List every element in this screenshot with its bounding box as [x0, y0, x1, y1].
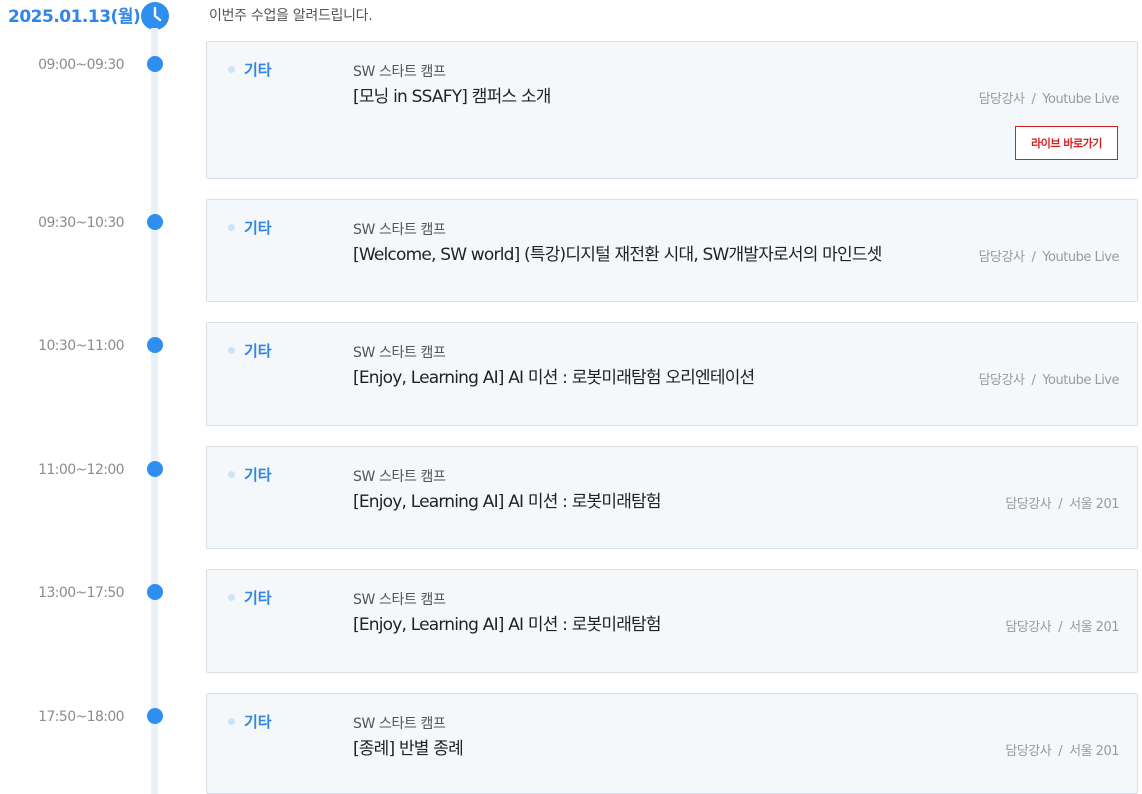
session-course: SW 스타트 캠프	[353, 222, 446, 238]
session-meta: 담당강사 / 서울 201	[1005, 744, 1119, 759]
session-time: 09:00~09:30	[38, 57, 124, 73]
session-location: Youtube Live	[1042, 373, 1119, 388]
session-instructor: 담당강사	[1005, 744, 1052, 759]
session-title: [Welcome, SW world] (특강)디지털 재전환 시대, SW개발…	[353, 245, 882, 265]
category-dot	[228, 347, 235, 354]
session-instructor: 담당강사	[978, 250, 1025, 265]
timeline-dot	[147, 461, 163, 477]
session-category: 기타	[244, 713, 272, 731]
session-category: 기타	[244, 342, 272, 360]
timeline-dot	[147, 584, 163, 600]
session-course: SW 스타트 캠프	[353, 345, 446, 361]
category-dot	[228, 471, 235, 478]
session-location: 서울 201	[1069, 744, 1119, 759]
session-time: 09:30~10:30	[38, 215, 124, 231]
session-time: 13:00~17:50	[38, 585, 124, 601]
session-card: 기타 SW 스타트 캠프 [종례] 반별 종례 담당강사 / 서울 201	[206, 693, 1138, 794]
category-dot	[228, 66, 235, 73]
session-category: 기타	[244, 589, 272, 607]
session-title: [모닝 in SSAFY] 캠퍼스 소개	[353, 87, 551, 107]
session-meta: 담당강사 / Youtube Live	[978, 250, 1120, 265]
session-card: 기타 SW 스타트 캠프 [Enjoy, Learning AI] AI 미션 …	[206, 569, 1138, 673]
session-location: 서울 201	[1069, 620, 1119, 635]
timeline-dot	[147, 337, 163, 353]
session-instructor: 담당강사	[1005, 497, 1052, 512]
session-category: 기타	[244, 466, 272, 484]
session-meta: 담당강사 / 서울 201	[1005, 620, 1119, 635]
weekly-schedule: 2025.01.13(월) 이번주 수업을 알려드립니다. 09:00~09:3…	[0, 0, 1142, 794]
session-instructor: 담당강사	[1005, 620, 1052, 635]
session-card: 기타 SW 스타트 캠프 [Enjoy, Learning AI] AI 미션 …	[206, 446, 1138, 549]
session-title: [종례] 반별 종례	[353, 739, 464, 759]
schedule-intro: 이번주 수업을 알려드립니다.	[209, 8, 373, 24]
session-course: SW 스타트 캠프	[353, 469, 446, 485]
session-meta: 담당강사 / Youtube Live	[978, 373, 1120, 388]
session-card: 기타 SW 스타트 캠프 [Welcome, SW world] (특강)디지털…	[206, 199, 1138, 302]
session-meta: 담당강사 / 서울 201	[1005, 497, 1119, 512]
timeline-dot	[147, 214, 163, 230]
session-time: 17:50~18:00	[38, 709, 124, 725]
session-course: SW 스타트 캠프	[353, 64, 446, 80]
live-link-button[interactable]: 라이브 바로가기	[1015, 126, 1118, 160]
session-category: 기타	[244, 61, 272, 79]
category-dot	[228, 594, 235, 601]
session-instructor: 담당강사	[978, 92, 1025, 107]
session-card: 기타 SW 스타트 캠프 [모닝 in SSAFY] 캠퍼스 소개 담당강사 / Y…	[206, 41, 1138, 179]
session-course: SW 스타트 캠프	[353, 716, 446, 732]
session-location: 서울 201	[1069, 497, 1119, 512]
category-dot	[228, 718, 235, 725]
clock-icon	[140, 1, 170, 31]
session-time: 11:00~12:00	[38, 462, 124, 478]
timeline-dot	[147, 708, 163, 724]
timeline-dot	[147, 56, 163, 72]
session-location: Youtube Live	[1042, 250, 1119, 265]
session-card: 기타 SW 스타트 캠프 [Enjoy, Learning AI] AI 미션 …	[206, 322, 1138, 426]
session-title: [Enjoy, Learning AI] AI 미션 : 로봇미래탐험	[353, 492, 662, 512]
category-dot	[228, 224, 235, 231]
schedule-date: 2025.01.13(월)	[8, 7, 141, 27]
session-instructor: 담당강사	[978, 373, 1025, 388]
session-location: Youtube Live	[1042, 92, 1119, 107]
session-meta: 담당강사 / Youtube Live	[978, 92, 1120, 107]
session-category: 기타	[244, 219, 272, 237]
session-title: [Enjoy, Learning AI] AI 미션 : 로봇미래탐험	[353, 615, 662, 635]
session-course: SW 스타트 캠프	[353, 592, 446, 608]
session-title: [Enjoy, Learning AI] AI 미션 : 로봇미래탐험 오리엔테…	[353, 368, 755, 388]
timeline-line	[151, 28, 158, 794]
session-time: 10:30~11:00	[38, 338, 124, 354]
